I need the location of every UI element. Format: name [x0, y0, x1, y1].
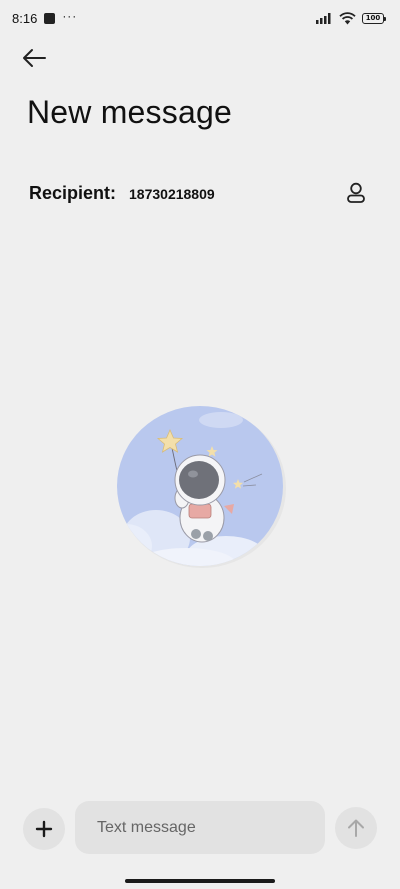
status-right: 100 [316, 11, 386, 25]
home-indicator[interactable] [125, 879, 275, 883]
add-attachment-button[interactable] [23, 808, 65, 850]
wifi-icon [339, 11, 356, 24]
notification-square-icon [44, 12, 56, 24]
send-button[interactable] [335, 807, 377, 849]
empty-state-illustration [116, 406, 288, 568]
signal-icon [316, 13, 331, 24]
page-title: New message [27, 94, 232, 130]
back-button[interactable] [16, 42, 52, 74]
status-more: ··· [62, 9, 78, 23]
status-left: 8:16 ··· [12, 9, 78, 26]
message-input[interactable] [75, 801, 325, 854]
recipient-row[interactable]: Recipient: 18730218809 [29, 178, 371, 208]
arrow-up-icon [348, 819, 364, 837]
battery-icon: 100 [362, 12, 386, 24]
add-contact-button[interactable] [341, 178, 371, 208]
person-icon [347, 182, 365, 203]
plus-icon [35, 820, 53, 838]
status-bar: 8:16 ··· 100 [0, 0, 400, 36]
arrow-left-icon [23, 49, 46, 67]
status-time: 8:16 [12, 10, 38, 26]
astronaut-illustration [117, 406, 286, 568]
recipient-label: Recipient: [29, 182, 117, 203]
composer [0, 800, 400, 858]
recipient-number[interactable]: 18730218809 [129, 186, 215, 202]
